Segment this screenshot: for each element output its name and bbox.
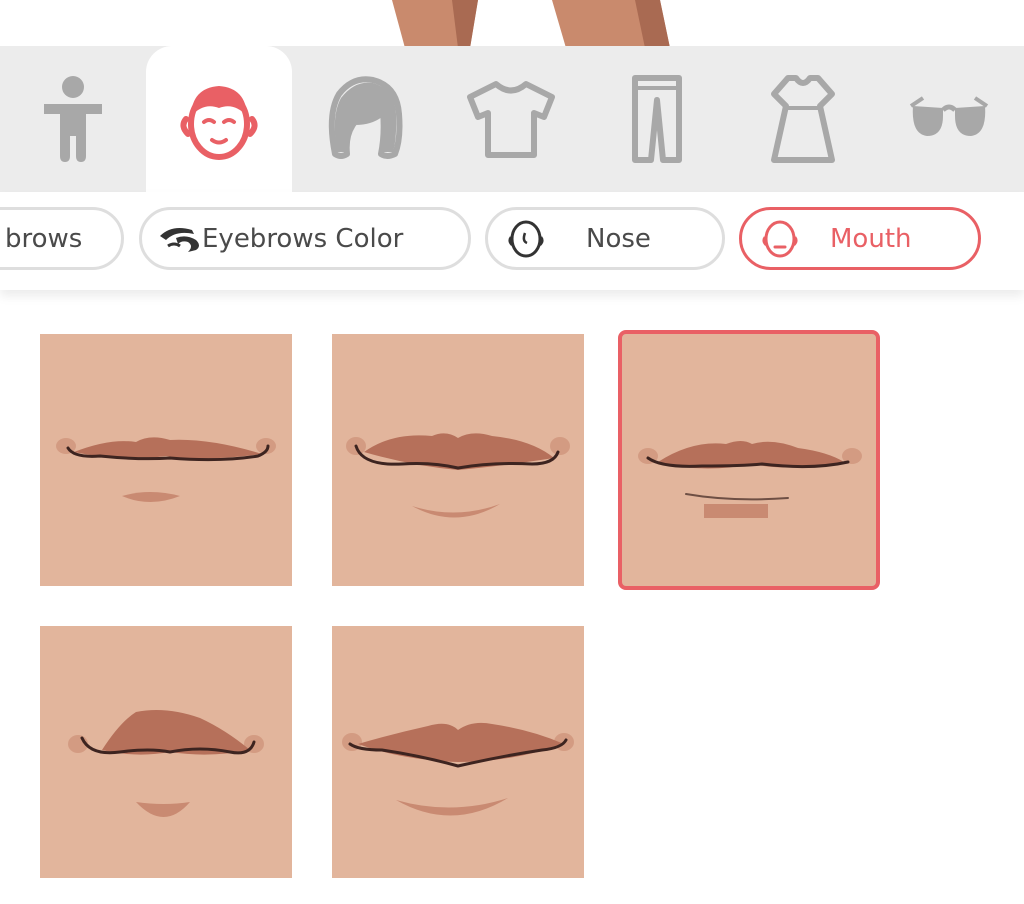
tshirt-icon bbox=[467, 81, 555, 158]
chip-eyebrows-label: brows bbox=[5, 223, 83, 254]
face-icon bbox=[180, 86, 258, 160]
chip-nose[interactable]: Nose bbox=[485, 207, 725, 270]
mouth-option-1[interactable] bbox=[40, 334, 292, 586]
pants-icon bbox=[632, 75, 682, 163]
mouth-face-icon bbox=[762, 219, 798, 259]
mouth-option-5[interactable] bbox=[332, 626, 584, 878]
avatar-legs-preview bbox=[392, 0, 670, 48]
chip-mouth-label: Mouth bbox=[830, 223, 912, 254]
chip-eyebrows-color[interactable]: Eyebrows Color bbox=[139, 207, 471, 270]
category-body[interactable] bbox=[0, 46, 146, 192]
mouth-option-3-selected[interactable] bbox=[618, 330, 880, 590]
mouth-option-4[interactable] bbox=[40, 626, 292, 878]
hair-icon bbox=[328, 76, 403, 159]
mouth-option-2[interactable] bbox=[332, 334, 584, 586]
category-dresses[interactable] bbox=[730, 46, 876, 192]
chip-eyebrows[interactable]: brows bbox=[0, 207, 124, 270]
chip-eyebrows-color-label: Eyebrows Color bbox=[202, 223, 404, 254]
body-icon bbox=[44, 76, 102, 162]
chip-nose-label: Nose bbox=[586, 223, 651, 254]
sunglasses-icon bbox=[909, 96, 989, 136]
category-bar bbox=[0, 46, 1024, 192]
chip-mouth[interactable]: Mouth bbox=[739, 207, 981, 270]
dress-icon bbox=[771, 75, 835, 163]
category-tops[interactable] bbox=[438, 46, 584, 192]
category-accessories[interactable] bbox=[876, 46, 1022, 192]
category-hair[interactable] bbox=[292, 46, 438, 192]
subcategory-bar: brows Eyebrows Color Nose Mouth bbox=[0, 192, 1024, 290]
category-bottoms[interactable] bbox=[584, 46, 730, 192]
nose-face-icon bbox=[508, 219, 544, 259]
category-face[interactable] bbox=[146, 46, 292, 192]
eyebrow-brush-icon bbox=[158, 224, 202, 254]
